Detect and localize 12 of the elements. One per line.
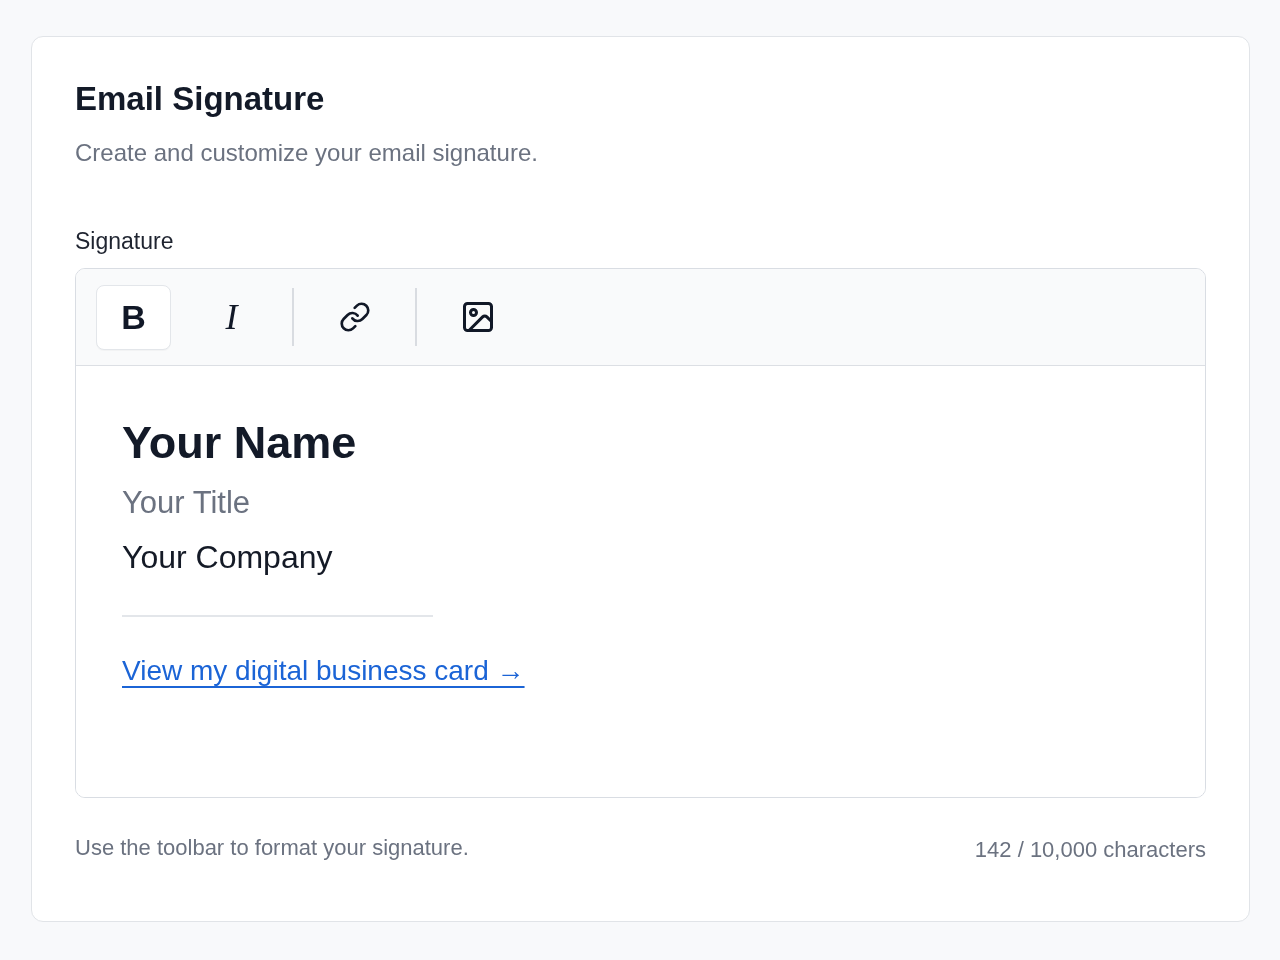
- card-description: Create and customize your email signature.: [75, 138, 539, 168]
- character-counter: 142 / 10,000 characters: [974, 836, 1206, 864]
- signature-title: Your Title: [122, 484, 251, 522]
- signature-company: Your Company: [122, 538, 333, 576]
- link-icon: [338, 301, 371, 333]
- signature-name: Your Name: [122, 417, 357, 469]
- business-card-link[interactable]: View my digital business card →: [122, 653, 525, 689]
- italic-button[interactable]: I: [194, 284, 269, 350]
- bold-button[interactable]: B: [96, 284, 171, 350]
- card-title: Email Signature: [75, 79, 326, 119]
- helper-text: Use the toolbar to format your signature.: [75, 834, 469, 862]
- field-label: Signature: [75, 227, 175, 255]
